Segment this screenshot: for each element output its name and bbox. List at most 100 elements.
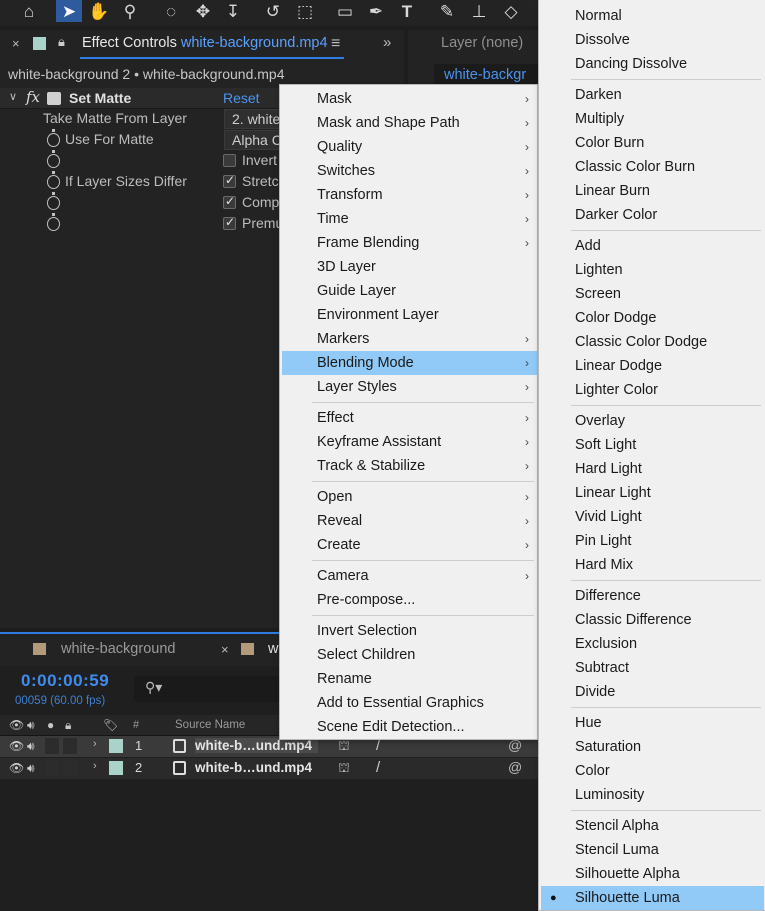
blend-mode-classic-color-dodge[interactable]: Classic Color Dodge bbox=[541, 330, 764, 354]
stopwatch-icon[interactable] bbox=[47, 129, 60, 147]
menu-item-mask-and-shape-path[interactable]: Mask and Shape Path › bbox=[282, 111, 537, 135]
tab-layer[interactable]: Layer (none) bbox=[441, 35, 523, 51]
type-tool-icon[interactable]: T bbox=[394, 0, 420, 22]
blend-mode-soft-light[interactable]: Soft Light bbox=[541, 433, 764, 457]
use-for-matte-dropdown[interactable]: Alpha C bbox=[224, 130, 280, 150]
quality-switch-icon[interactable]: / bbox=[376, 759, 380, 776]
solo-switch[interactable] bbox=[45, 738, 59, 754]
close-icon[interactable]: × bbox=[221, 642, 229, 657]
menu-item-scene-edit-detection[interactable]: Scene Edit Detection... bbox=[282, 715, 537, 739]
layer-name[interactable]: white-b…und.mp4 bbox=[195, 760, 312, 775]
menu-item-add-to-essential-graphics[interactable]: Add to Essential Graphics bbox=[282, 691, 537, 715]
tab-comp-active[interactable]: w bbox=[268, 641, 278, 657]
blend-mode-pin-light[interactable]: Pin Light bbox=[541, 529, 764, 553]
pan-camera-icon[interactable]: ✥ bbox=[190, 0, 216, 22]
blend-mode-dancing-dissolve[interactable]: Dancing Dissolve bbox=[541, 52, 764, 76]
stopwatch-icon[interactable] bbox=[47, 150, 60, 168]
blend-mode-silhouette-alpha[interactable]: Silhouette Alpha bbox=[541, 862, 764, 886]
menu-item-frame-blending[interactable]: Frame Blending › bbox=[282, 231, 537, 255]
menu-item-guide-layer[interactable]: Guide Layer bbox=[282, 279, 537, 303]
blend-mode-vivid-light[interactable]: Vivid Light bbox=[541, 505, 764, 529]
lock-switch[interactable] bbox=[63, 738, 77, 754]
eye-icon[interactable]: 👁︎ bbox=[9, 718, 24, 732]
solo-icon[interactable]: ● bbox=[47, 718, 54, 732]
selection-tool-icon[interactable]: ➤ bbox=[56, 0, 82, 22]
blend-mode-dissolve[interactable]: Dissolve bbox=[541, 28, 764, 52]
layer-sub-tab[interactable]: white-backgr bbox=[434, 64, 554, 86]
menu-item-open[interactable]: Open › bbox=[282, 485, 537, 509]
menu-item-reveal[interactable]: Reveal › bbox=[282, 509, 537, 533]
blend-mode-stencil-alpha[interactable]: Stencil Alpha bbox=[541, 814, 764, 838]
invert-checkbox[interactable] bbox=[223, 154, 236, 167]
premultiply-checkbox[interactable] bbox=[223, 215, 236, 230]
menu-item-switches[interactable]: Switches › bbox=[282, 159, 537, 183]
stopwatch-icon[interactable] bbox=[47, 192, 60, 210]
brush-tool-icon[interactable]: ✎ bbox=[434, 0, 460, 22]
blend-mode-lighter-color[interactable]: Lighter Color bbox=[541, 378, 764, 402]
menu-item-rename[interactable]: Rename bbox=[282, 667, 537, 691]
menu-item-pre-compose[interactable]: Pre-compose... bbox=[282, 588, 537, 612]
parent-pickwhip-icon[interactable]: @ bbox=[508, 759, 522, 775]
blend-mode-hard-mix[interactable]: Hard Mix bbox=[541, 553, 764, 577]
menu-item-invert-selection[interactable]: Invert Selection bbox=[282, 619, 537, 643]
blend-mode-multiply[interactable]: Multiply bbox=[541, 107, 764, 131]
label-tag-icon[interactable]: 🏷︎ bbox=[103, 718, 118, 732]
orbit-camera-icon[interactable]: ◌ bbox=[158, 0, 184, 22]
stretch-checkbox[interactable] bbox=[223, 173, 236, 188]
menu-item-select-children[interactable]: Select Children bbox=[282, 643, 537, 667]
rectangle-tool-icon[interactable]: ▭ bbox=[332, 0, 358, 22]
blend-mode-exclusion[interactable]: Exclusion bbox=[541, 632, 764, 656]
shy-icon[interactable]: ⛫ bbox=[338, 738, 350, 756]
column-source-name[interactable]: Source Name bbox=[175, 719, 245, 731]
speaker-icon[interactable]: 🔊︎ bbox=[27, 739, 35, 754]
blend-mode-darken[interactable]: Darken bbox=[541, 83, 764, 107]
menu-item-layer-styles[interactable]: Layer Styles › bbox=[282, 375, 537, 399]
pen-tool-icon[interactable]: ✒ bbox=[363, 0, 389, 22]
menu-item-quality[interactable]: Quality › bbox=[282, 135, 537, 159]
chevron-down-icon[interactable]: ∨ bbox=[9, 90, 17, 103]
blend-mode-linear-burn[interactable]: Linear Burn bbox=[541, 179, 764, 203]
clone-stamp-icon[interactable]: ⊥ bbox=[466, 0, 492, 22]
blend-mode-linear-light[interactable]: Linear Light bbox=[541, 481, 764, 505]
dolly-camera-icon[interactable]: ↧ bbox=[220, 0, 246, 22]
menu-item-mask[interactable]: Mask › bbox=[282, 87, 537, 111]
rotate-tool-icon[interactable]: ↺ bbox=[260, 0, 286, 22]
blend-mode-classic-color-burn[interactable]: Classic Color Burn bbox=[541, 155, 764, 179]
blend-mode-divide[interactable]: Divide bbox=[541, 680, 764, 704]
tab-comp-white-background[interactable]: white-background bbox=[61, 641, 175, 657]
panel-menu-icon[interactable]: ≡ bbox=[331, 35, 340, 53]
blend-mode-add[interactable]: Add bbox=[541, 234, 764, 258]
lock-icon[interactable]: 🔒︎ bbox=[58, 34, 65, 50]
eraser-tool-icon[interactable]: ◇ bbox=[498, 0, 524, 22]
shy-icon[interactable]: ⛫ bbox=[338, 760, 350, 778]
solo-switch[interactable] bbox=[45, 760, 59, 776]
fx-icon[interactable]: fx bbox=[26, 88, 40, 106]
blend-mode-classic-difference[interactable]: Classic Difference bbox=[541, 608, 764, 632]
blend-mode-color-dodge[interactable]: Color Dodge bbox=[541, 306, 764, 330]
home-icon[interactable]: ⌂ bbox=[16, 0, 42, 22]
chevron-right-icon[interactable]: › bbox=[93, 738, 97, 750]
menu-item-camera[interactable]: Camera › bbox=[282, 564, 537, 588]
chevron-right-icon[interactable]: › bbox=[93, 760, 97, 772]
blend-mode-hue[interactable]: Hue bbox=[541, 711, 764, 735]
close-icon[interactable]: × bbox=[12, 36, 20, 51]
layer-name[interactable]: white-b…und.mp4 bbox=[195, 738, 318, 753]
lock-switch[interactable] bbox=[63, 760, 77, 776]
pan-behind-icon[interactable]: ⬚ bbox=[292, 0, 318, 22]
reset-link[interactable]: Reset bbox=[223, 90, 260, 106]
menu-item-markers[interactable]: Markers › bbox=[282, 327, 537, 351]
blend-mode-stencil-luma[interactable]: Stencil Luma bbox=[541, 838, 764, 862]
blend-mode-overlay[interactable]: Overlay bbox=[541, 409, 764, 433]
blend-mode-linear-dodge[interactable]: Linear Dodge bbox=[541, 354, 764, 378]
menu-item-environment-layer[interactable]: Environment Layer bbox=[282, 303, 537, 327]
tab-effect-controls[interactable]: Effect Controls white-background.mp4 bbox=[82, 35, 328, 51]
blend-mode-saturation[interactable]: Saturation bbox=[541, 735, 764, 759]
menu-item-time[interactable]: Time › bbox=[282, 207, 537, 231]
current-timecode[interactable]: 0:00:00:59 bbox=[21, 671, 109, 691]
blend-mode-luminosity[interactable]: Luminosity bbox=[541, 783, 764, 807]
blend-mode-silhouette-luma[interactable]: ● Silhouette Luma bbox=[541, 886, 764, 910]
menu-item-keyframe-assistant[interactable]: Keyframe Assistant › bbox=[282, 430, 537, 454]
composite-checkbox[interactable] bbox=[223, 194, 236, 209]
blend-mode-normal[interactable]: Normal bbox=[541, 4, 764, 28]
lock-icon[interactable]: 🔒︎ bbox=[65, 718, 71, 733]
